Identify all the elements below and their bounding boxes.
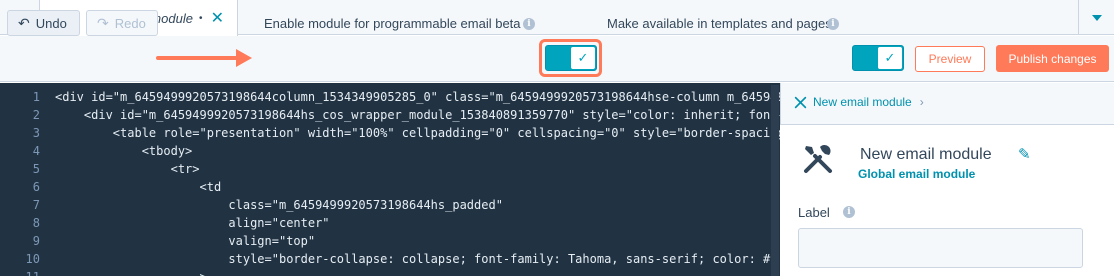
info-icon[interactable]: i <box>827 18 839 30</box>
close-tab-icon[interactable]: ✕ <box>211 8 224 28</box>
preview-button[interactable]: Preview <box>915 46 985 72</box>
code-text[interactable]: <div id="m_6459499920573198644hs_cos_wra… <box>55 106 780 124</box>
line-number: 10 <box>25 252 40 266</box>
undo-icon: ↶ <box>18 14 30 31</box>
info-icon[interactable]: i <box>843 206 855 218</box>
code-text[interactable]: <table role="presentation" width="100%" … <box>55 124 780 142</box>
code-line[interactable]: 3 <table role="presentation" width="100%… <box>0 124 780 142</box>
code-line[interactable]: 1 <div id="m_6459499920573198644column_15… <box>0 88 780 106</box>
tab-bar: « New email module • ✕ <box>0 0 1114 36</box>
code-line[interactable]: 11 > <box>0 268 780 276</box>
templates-pages-toggle[interactable]: ✓ <box>852 45 904 71</box>
redo-button[interactable]: ↷ Redo <box>86 10 158 36</box>
undo-button[interactable]: ↶ Undo <box>7 10 80 36</box>
caret-down-icon <box>1091 14 1102 21</box>
publish-changes-button[interactable]: Publish changes <box>996 45 1109 72</box>
code-text[interactable]: > <box>55 268 206 276</box>
redo-label: Redo <box>114 15 146 31</box>
programmable-email-label: Enable module for programmable email bet… <box>264 16 521 31</box>
code-line[interactable]: 10 style="border-collapse: collapse; fon… <box>0 250 780 268</box>
code-text[interactable]: <td <box>55 178 221 196</box>
code-line[interactable]: 2 <div id="m_6459499920573198644hs_cos_w… <box>0 106 780 124</box>
code-text[interactable]: style="border-collapse: collapse; font-f… <box>55 250 777 268</box>
line-number: 3 <box>32 126 40 140</box>
code-text[interactable]: <div id="m_6459499920573198644column_153… <box>55 88 780 106</box>
code-text[interactable]: <tr> <box>55 160 200 178</box>
chevron-right-icon: › <box>919 95 924 109</box>
line-number: 7 <box>32 198 40 212</box>
redo-icon: ↷ <box>97 14 109 31</box>
pencil-icon[interactable]: ✎ <box>1018 145 1031 163</box>
info-icon[interactable]: i <box>523 18 535 30</box>
line-number: 1 <box>32 90 40 104</box>
line-number: 4 <box>32 144 40 158</box>
module-type-link[interactable]: Global email module <box>858 167 975 181</box>
code-line[interactable]: 5 <tr> <box>0 160 780 178</box>
code-line[interactable]: 4 <tbody> <box>0 142 780 160</box>
code-text[interactable]: <tbody> <box>55 142 193 160</box>
breadcrumb-label: New email module <box>813 95 912 109</box>
wrench-screwdriver-icon <box>804 144 832 173</box>
line-number: 8 <box>32 216 40 230</box>
module-name: New email module <box>860 146 992 163</box>
line-number: 2 <box>32 108 40 122</box>
line-number: 11 <box>0 268 40 276</box>
code-text[interactable]: align="center" <box>55 214 329 232</box>
code-line[interactable]: 8 align="center" <box>0 214 780 232</box>
wrench-screwdriver-icon <box>794 96 807 108</box>
checkmark-icon: ✓ <box>878 47 902 69</box>
code-editor[interactable]: 1 <div id="m_6459499920573198644column_15… <box>0 83 780 276</box>
label-input[interactable] <box>798 228 1083 268</box>
templates-pages-label: Make available in templates and pages <box>607 16 832 31</box>
code-text[interactable]: valign="top" <box>55 232 315 250</box>
checkmark-icon: ✓ <box>571 47 595 69</box>
programmable-email-toggle[interactable]: ✓ <box>545 45 597 71</box>
unsaved-indicator: • <box>198 12 203 24</box>
undo-label: Undo <box>35 15 67 31</box>
tab-menu-button[interactable] <box>1078 0 1114 35</box>
code-line[interactable]: 7 class="m_6459499920573198644hs_padded" <box>0 196 780 214</box>
line-number: 5 <box>32 162 40 176</box>
code-line[interactable]: 9 valign="top" <box>0 232 780 250</box>
line-number: 9 <box>32 234 40 248</box>
editor-scrollbar[interactable] <box>771 85 779 276</box>
label-field-label: Label <box>798 205 830 220</box>
breadcrumb[interactable]: New email module › <box>794 95 924 109</box>
code-text[interactable]: class="m_6459499920573198644hs_padded" <box>55 196 503 214</box>
line-number: 6 <box>32 180 40 194</box>
code-line[interactable]: 6 <td <box>0 178 780 196</box>
